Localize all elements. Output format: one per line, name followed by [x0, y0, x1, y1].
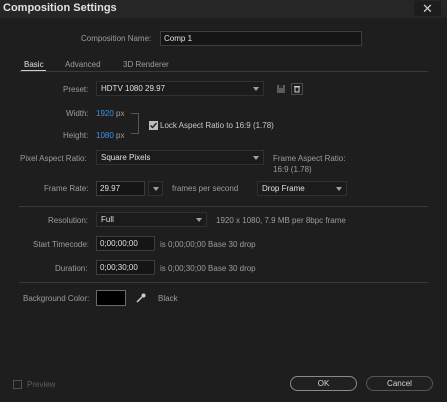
height-value[interactable]: 1080 [96, 131, 114, 140]
pixel-aspect-label: Pixel Aspect Ratio: [20, 154, 87, 163]
tab-divider [19, 71, 428, 72]
preset-value: HDTV 1080 29.97 [101, 84, 166, 93]
preview-checkbox[interactable] [13, 380, 22, 389]
frame-rate-label: Frame Rate: [44, 184, 89, 193]
start-timecode-input[interactable]: 0;00;00;00 [96, 236, 155, 251]
start-timecode-label: Start Timecode: [33, 240, 90, 249]
tab-advanced[interactable]: Advanced [65, 60, 101, 69]
frame-aspect-label: Frame Aspect Ratio: [273, 154, 346, 163]
chevron-down-icon [336, 187, 342, 191]
chevron-down-icon [253, 87, 259, 91]
background-color-name: Black [158, 294, 178, 303]
lock-aspect-label: Lock Aspect Ratio to 16:9 (1.78) [160, 121, 274, 130]
comp-name-input[interactable]: Comp 1 [160, 31, 362, 46]
chevron-down-icon [196, 218, 202, 222]
resolution-value: Full [101, 215, 114, 224]
pixel-aspect-dropdown[interactable]: Square Pixels [96, 150, 264, 165]
drop-frame-dropdown[interactable]: Drop Frame [257, 181, 347, 196]
duration-label: Duration: [55, 264, 88, 273]
duration-input[interactable]: 0;00;30;00 [96, 260, 155, 275]
height-unit: px [116, 131, 125, 140]
preview-label: Preview [27, 380, 56, 389]
drop-frame-value: Drop Frame [262, 184, 305, 193]
lock-aspect-checkbox[interactable] [149, 121, 158, 130]
start-timecode-info: is 0;00;00;00 Base 30 drop [160, 240, 256, 249]
duration-info: is 0;00;30;00 Base 30 drop [160, 264, 256, 273]
tab-basic[interactable]: Basic [24, 60, 44, 69]
background-color-label: Background Color: [23, 294, 90, 303]
pixel-aspect-value: Square Pixels [101, 153, 151, 162]
section-divider [19, 282, 428, 283]
section-divider [19, 206, 428, 207]
width-unit: px [116, 109, 125, 118]
resolution-label: Resolution: [48, 216, 89, 225]
resolution-info: 1920 x 1080, 7.9 MB per 8bpc frame [216, 216, 346, 225]
height-label: Height: [63, 131, 89, 140]
frame-aspect-value: 16:9 (1.78) [273, 165, 312, 174]
chevron-down-icon [153, 187, 159, 191]
frame-rate-unit: frames per second [172, 184, 239, 193]
eyedropper-icon[interactable] [135, 292, 147, 304]
frame-rate-input[interactable]: 29.97 [96, 181, 145, 196]
resolution-dropdown[interactable]: Full [96, 212, 207, 227]
background-color-swatch[interactable] [96, 290, 126, 306]
cancel-button[interactable]: Cancel [366, 376, 433, 391]
comp-name-label: Composition Name: [81, 34, 152, 43]
lock-bracket [131, 113, 139, 134]
preset-dropdown[interactable]: HDTV 1080 29.97 [96, 81, 264, 96]
close-icon[interactable]: ✕ [414, 1, 441, 16]
chevron-down-icon [253, 156, 259, 160]
frame-rate-dropdown[interactable] [148, 181, 163, 196]
preset-label: Preset: [63, 85, 89, 94]
delete-preset-icon[interactable] [291, 83, 303, 95]
width-label: Width: [66, 109, 89, 118]
window-title: Composition Settings [3, 2, 117, 14]
width-value[interactable]: 1920 [96, 109, 114, 118]
ok-button[interactable]: OK [290, 376, 357, 391]
tab-3d-renderer[interactable]: 3D Renderer [123, 60, 169, 69]
save-preset-icon[interactable] [276, 84, 286, 94]
title-bar: Composition Settings ✕ [0, 0, 447, 18]
